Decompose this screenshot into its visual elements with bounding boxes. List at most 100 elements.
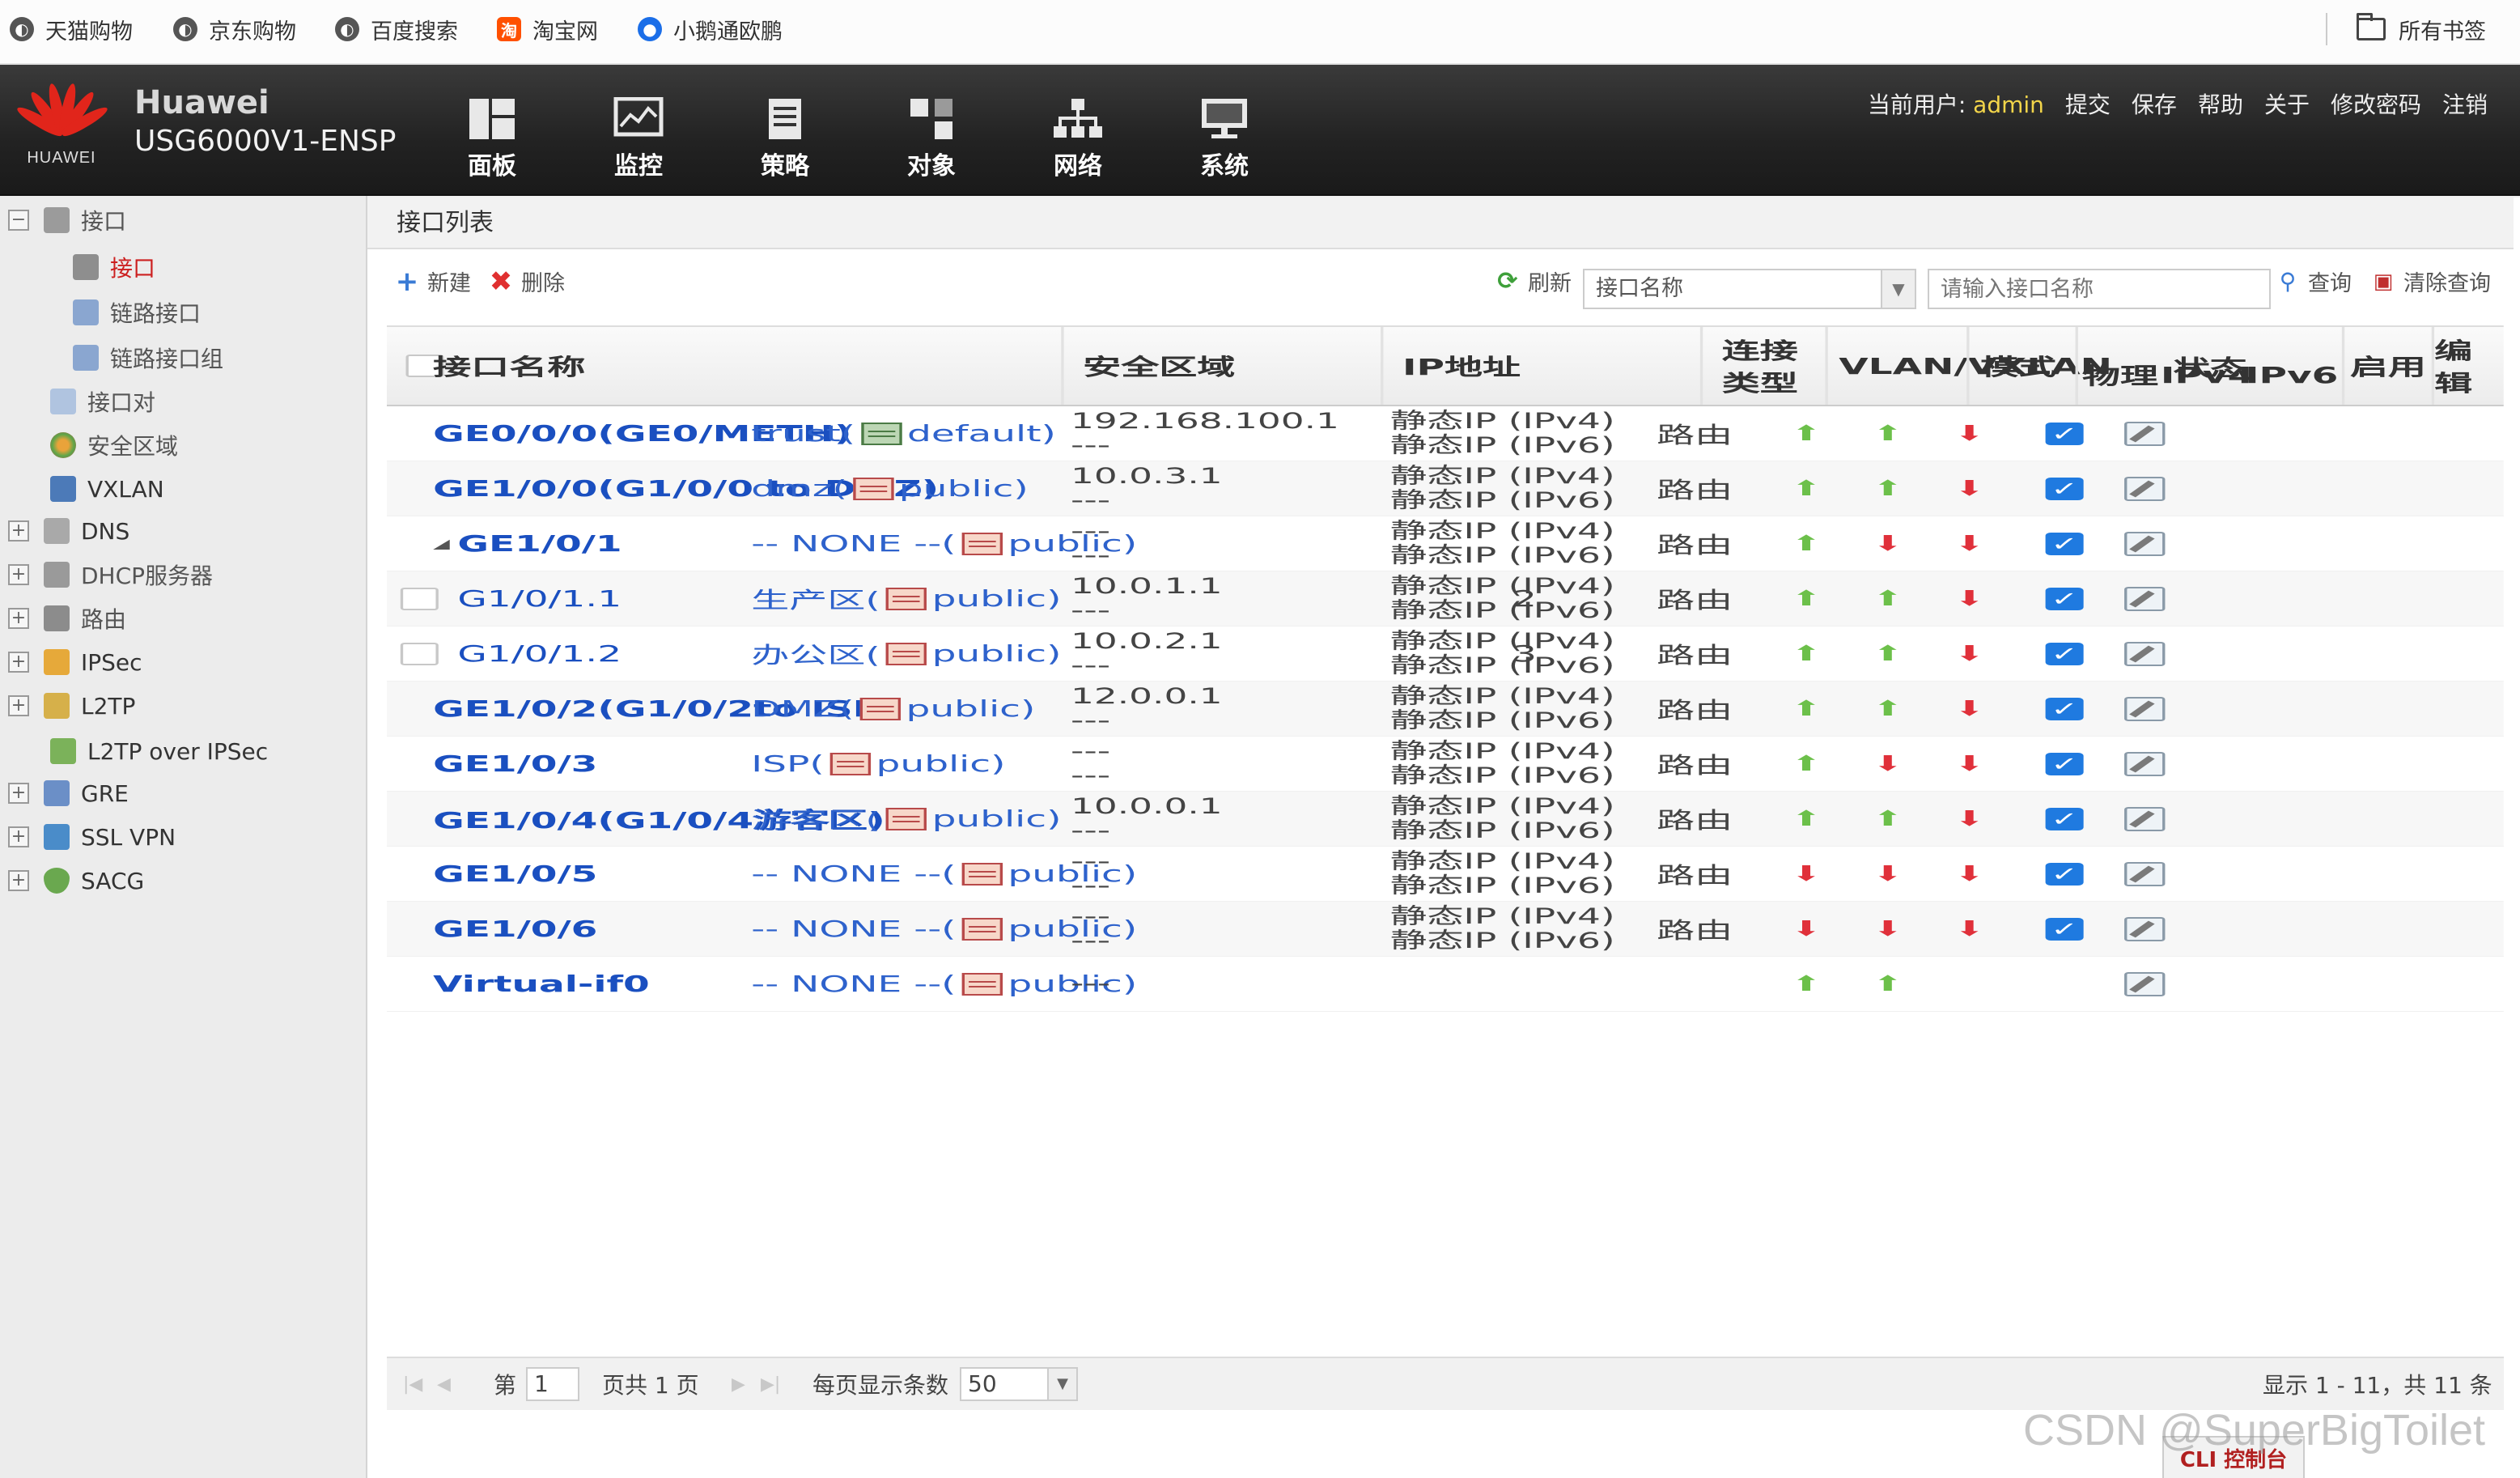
sidebar-item-dns[interactable]: + DNS [8, 513, 129, 549]
zone-cell[interactable]: 游客区(public) [751, 792, 1061, 846]
expand-icon[interactable]: + [8, 652, 29, 673]
sidebar-item-l2tp[interactable]: + L2TP [8, 688, 135, 724]
interface-name-link[interactable]: Virtual-if0 [433, 957, 650, 1011]
interface-name-link[interactable]: GE1/0/6 [433, 902, 597, 956]
table-row[interactable]: GE1/0/3 ISP(public) --- --- 静态IP (IPv4) 静态IP … [387, 737, 2504, 792]
search-field-select[interactable]: 接口名称 ▼ [1583, 269, 1916, 309]
nav-dashboard[interactable]: 面板 [448, 97, 537, 186]
sidebar-item-route[interactable]: + 路由 [8, 601, 126, 636]
table-row[interactable]: Virtual-if0 -- NONE --(public) --- ⬆ ⬆ [387, 957, 2504, 1012]
expand-icon[interactable]: + [8, 826, 29, 847]
nav-monitor[interactable]: 监控 [594, 97, 683, 186]
delete-button[interactable]: ✖ 删除 [489, 265, 565, 297]
expand-icon[interactable]: + [8, 608, 29, 629]
all-bookmarks[interactable]: 所有书签 [2357, 13, 2486, 45]
sidebar-item-sacg[interactable]: + SACG [8, 863, 144, 898]
table-row[interactable]: ◢ GE1/0/1 -- NONE --(public) --- --- 静态IP (IP… [387, 516, 2504, 571]
enable-checkbox[interactable]: ✓ [2045, 917, 2084, 941]
last-page-button[interactable]: ▶| [761, 1358, 780, 1410]
interface-name-link[interactable]: GE1/0/1 [457, 516, 622, 571]
save-link[interactable]: 保存 [2132, 87, 2177, 120]
submit-link[interactable]: 提交 [2065, 87, 2111, 120]
bookmark-baidu[interactable]: ◐ 百度搜索 [335, 13, 458, 45]
edit-icon[interactable] [2124, 641, 2166, 666]
enable-checkbox[interactable]: ✓ [2045, 752, 2084, 775]
zone-cell[interactable]: dmz(public) [751, 461, 1028, 516]
col-ip[interactable]: IP地址 [1381, 327, 1700, 405]
sidebar-item-gre[interactable]: + GRE [8, 775, 129, 811]
edit-icon[interactable] [2124, 696, 2166, 721]
edit-icon[interactable] [2124, 971, 2166, 996]
table-row[interactable]: GE1/0/5 -- NONE --(public) --- --- 静态IP (IPv… [387, 847, 2504, 902]
edit-icon[interactable] [2124, 531, 2166, 556]
sidebar-item-link-group[interactable]: 链路接口组 [73, 340, 223, 376]
page-input[interactable]: 1 [526, 1367, 579, 1401]
enable-checkbox[interactable]: ✓ [2045, 477, 2084, 500]
enable-checkbox[interactable]: ✓ [2045, 807, 2084, 830]
edit-icon[interactable] [2124, 586, 2166, 611]
edit-icon[interactable] [2124, 806, 2166, 831]
table-row[interactable]: G1/0/1.1 生产区(public) 10.0.1.1 --- 静态IP (IPv4… [387, 571, 2504, 626]
nav-object[interactable]: 对象 [887, 97, 976, 186]
edit-icon[interactable] [2124, 751, 2166, 776]
edit-icon[interactable] [2124, 476, 2166, 501]
new-button[interactable]: + 新建 [395, 265, 471, 297]
sidebar-item-dhcp[interactable]: + DHCP服务器 [8, 557, 213, 592]
zone-cell[interactable]: 生产区(public) [751, 571, 1061, 626]
table-row[interactable]: GE1/0/6 -- NONE --(public) --- --- 静态IP (IPv… [387, 902, 2504, 957]
search-input[interactable] [1928, 269, 2271, 309]
col-name[interactable]: 接口名称 [414, 327, 1062, 405]
next-page-button[interactable]: ▶ [732, 1358, 745, 1410]
zone-cell[interactable]: DMZ(public) [751, 682, 1035, 736]
table-row[interactable]: GE1/0/4(G1/0/4游客区) 游客区(public) 10.0.0.1 ---… [387, 792, 2504, 847]
nav-network[interactable]: 网络 [1033, 97, 1122, 186]
expand-icon[interactable]: + [8, 520, 29, 542]
bookmark-jd[interactable]: ◐ 京东购物 [173, 13, 296, 45]
enable-checkbox[interactable]: ✓ [2045, 532, 2084, 555]
interface-name-link[interactable]: GE1/0/5 [433, 847, 597, 901]
expand-icon[interactable]: ◢ [433, 516, 450, 571]
expand-icon[interactable]: + [8, 870, 29, 891]
col-zone[interactable]: 安全区域 [1061, 327, 1381, 405]
row-checkbox[interactable] [400, 642, 439, 665]
prev-page-button[interactable]: ◀ [437, 1358, 451, 1410]
edit-icon[interactable] [2124, 421, 2166, 446]
refresh-button[interactable]: ⟳ 刷新 [1495, 265, 1572, 297]
interface-name-link[interactable]: GE1/0/3 [433, 737, 597, 791]
table-row[interactable]: GE1/0/0(G1/0/0 to DMZ) dmz(public) 10.0.3.… [387, 461, 2504, 516]
bookmark-taobao[interactable]: 淘 淘宝网 [497, 13, 598, 45]
sidebar-item-vxlan[interactable]: VXLAN [50, 471, 164, 507]
logout-link[interactable]: 注销 [2442, 87, 2488, 120]
row-checkbox[interactable] [400, 587, 439, 610]
nav-policy[interactable]: 策略 [740, 97, 829, 186]
clear-query-button[interactable]: ▣ 清除查询 [2371, 265, 2491, 297]
bookmark-tmall[interactable]: ◐ 天猫购物 [10, 13, 133, 45]
sidebar-item-interface[interactable]: 接口 [73, 249, 155, 285]
first-page-button[interactable]: |◀ [403, 1358, 422, 1410]
sidebar-item-ipsec[interactable]: + IPSec [8, 644, 142, 680]
bookmark-xiaoetong[interactable]: ● 小鹅通欧鹏 [638, 13, 783, 45]
table-row[interactable]: GE1/0/2(G1/0/2to ISP) DMZ(public) 12.0.0.1… [387, 682, 2504, 737]
sidebar-item-interface-group[interactable]: − 接口 [8, 202, 126, 238]
table-row[interactable]: GE0/0/0(GE0/METH) trust(default) 192.168.1… [387, 406, 2504, 461]
edit-icon[interactable] [2124, 861, 2166, 886]
zone-cell[interactable]: ISP(public) [751, 737, 1005, 791]
enable-checkbox[interactable]: ✓ [2045, 422, 2084, 445]
nav-system[interactable]: 系统 [1180, 97, 1269, 186]
expand-icon[interactable]: + [8, 695, 29, 716]
change-password-link[interactable]: 修改密码 [2331, 87, 2421, 120]
help-link[interactable]: 帮助 [2198, 87, 2243, 120]
sidebar-item-security-zone[interactable]: 安全区域 [50, 427, 178, 463]
col-conn[interactable]: 连接类型 [1699, 327, 1826, 405]
expand-icon[interactable]: + [8, 564, 29, 585]
sidebar-item-interface-pair[interactable]: 接口对 [50, 384, 155, 419]
enable-checkbox[interactable]: ✓ [2045, 697, 2084, 720]
sidebar-item-l2tp-over-ipsec[interactable]: L2TP over IPSec [50, 733, 268, 769]
per-page-select[interactable]: 50 ▼ [960, 1367, 1078, 1401]
col-vlan[interactable]: VLAN/VXLAN [1825, 327, 2112, 405]
edit-icon[interactable] [2124, 916, 2166, 941]
enable-checkbox[interactable]: ✓ [2045, 642, 2084, 665]
about-link[interactable]: 关于 [2264, 87, 2310, 120]
table-row[interactable]: G1/0/1.2 办公区(public) 10.0.2.1 --- 静态IP (IPv4… [387, 626, 2504, 682]
enable-checkbox[interactable]: ✓ [2045, 587, 2084, 610]
